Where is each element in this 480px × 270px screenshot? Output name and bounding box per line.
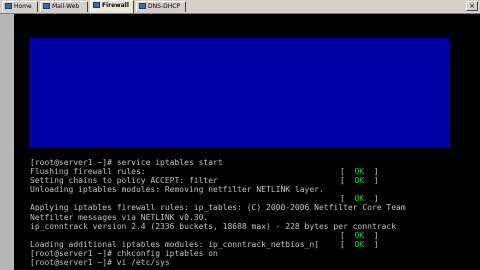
console-line: Netfilter messages via NETLINK v0.30. — [30, 213, 476, 222]
left-gutter — [0, 14, 14, 270]
console-line-text: Loading additional iptables modules: ip_… — [30, 239, 319, 249]
tab-strip: Home Mail-Web Firewall DNS-DHCP × — [0, 0, 480, 14]
tab-home[interactable]: Home — [2, 1, 38, 12]
status-badge: [ OK ] — [340, 230, 379, 240]
tab-label: Mail-Web — [52, 3, 80, 10]
close-button[interactable]: × — [466, 1, 478, 11]
status-ok-text: OK — [354, 239, 365, 249]
console-line-text: Unloading iptables modules: Removing net… — [30, 185, 324, 195]
tab-mail-web[interactable]: Mail-Web — [40, 1, 88, 12]
console-line-text: ip_conntrack version 2.4 (2336 buckets, … — [30, 221, 397, 231]
tab-dns-dhcp[interactable]: DNS-DHCP — [136, 1, 186, 12]
console-line: [root@server1 ~]# service iptables start — [30, 158, 476, 167]
status-badge: [ OK ] — [340, 239, 379, 249]
terminal-output[interactable]: [root@server1 ~]# service iptables start… — [30, 158, 476, 267]
close-icon: × — [469, 2, 475, 10]
status-ok-text: OK — [354, 167, 365, 177]
status-ok-text: OK — [354, 176, 365, 186]
console-line: Unloading iptables modules: Removing net… — [30, 185, 476, 194]
console-line-text: Applying iptables firewall rules: ip_tab… — [30, 203, 406, 213]
console-line: ip_conntrack version 2.4 (2336 buckets, … — [30, 222, 476, 231]
tab-firewall[interactable]: Firewall — [90, 0, 134, 13]
console-line-text: [root@server1 ~]# service iptables start — [30, 158, 223, 167]
console-line: [ OK ] — [30, 231, 476, 240]
home-icon — [5, 3, 12, 9]
console-line: Applying iptables firewall rules: ip_tab… — [30, 203, 476, 212]
status-badge: [ OK ] — [340, 176, 379, 186]
server-icon — [43, 3, 50, 9]
server-icon — [93, 2, 100, 8]
vm-console-window: Home Mail-Web Firewall DNS-DHCP × [root@… — [0, 0, 480, 270]
console-line: [root@server1 ~]# vi /etc/sys — [30, 258, 476, 267]
console-line: Loading additional iptables modules: ip_… — [30, 240, 476, 249]
console-line: Flushing firewall rules: [ OK ] — [30, 167, 476, 176]
console-line-text: [root@server1 ~]# vi /etc/sys — [30, 258, 170, 268]
console-line: Setting chains to policy ACCEPT: filter [… — [30, 176, 476, 185]
console-line-text: [root@server1 ~]# chkconfig iptables on — [30, 248, 218, 258]
blue-panel — [29, 38, 450, 148]
tab-label: Home — [14, 3, 32, 10]
tab-label: DNS-DHCP — [148, 3, 181, 10]
server-icon — [139, 3, 146, 9]
status-ok-text: OK — [354, 230, 365, 240]
console-line: [root@server1 ~]# chkconfig iptables on — [30, 249, 476, 258]
console-line-text: Setting chains to policy ACCEPT: filter — [30, 176, 218, 186]
console-line-text: Flushing firewall rules: — [30, 167, 146, 177]
status-ok-text: OK — [354, 194, 365, 204]
status-badge: [ OK ] — [340, 167, 379, 177]
tab-label: Firewall — [102, 2, 129, 9]
console-line-text: Netfilter messages via NETLINK v0.30. — [30, 212, 209, 222]
console-line: [ OK ] — [30, 194, 476, 203]
status-badge: [ OK ] — [340, 194, 379, 204]
